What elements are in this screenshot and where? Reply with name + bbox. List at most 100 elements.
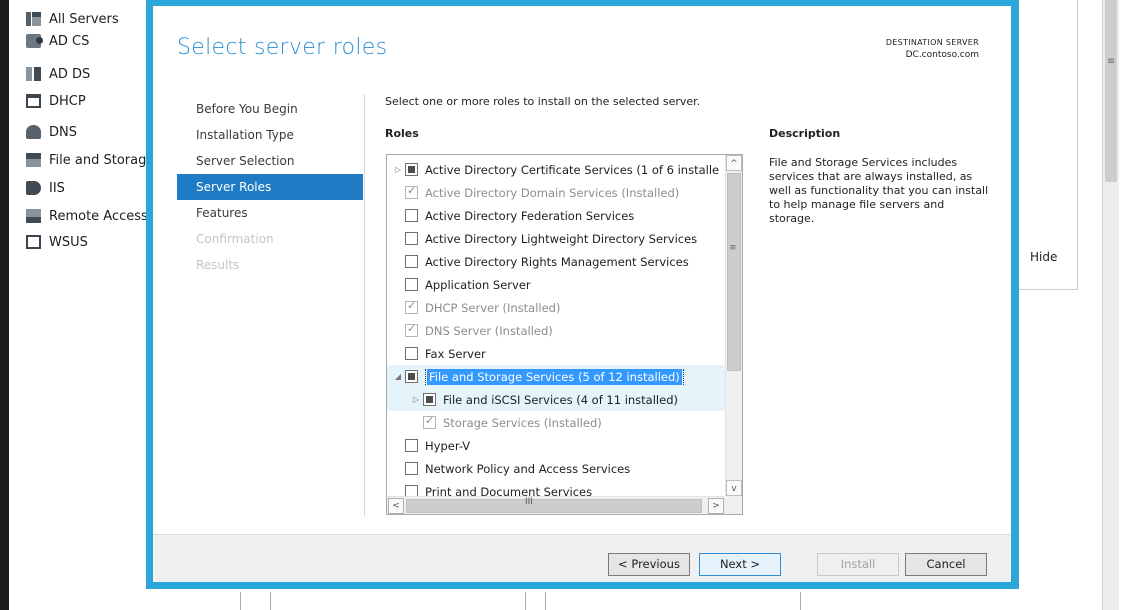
next-button[interactable]: Next > bbox=[699, 553, 781, 576]
role-label: DNS Server (Installed) bbox=[425, 323, 553, 338]
sidebar-item-dhcp[interactable]: DHCP bbox=[26, 90, 86, 112]
hide-link[interactable]: Hide bbox=[1030, 250, 1057, 264]
role-checkbox[interactable] bbox=[405, 347, 418, 360]
nav-server-selection[interactable]: Server Selection bbox=[177, 148, 363, 174]
sidebar-item-file-storage[interactable]: File and Storag bbox=[26, 149, 146, 171]
instruction-text: Select one or more roles to install on t… bbox=[385, 95, 701, 108]
role-label: Application Server bbox=[425, 277, 531, 292]
role-item[interactable]: Active Directory Federation Services bbox=[387, 204, 725, 227]
description-text: File and Storage Services includes servi… bbox=[769, 156, 989, 225]
role-checkbox bbox=[423, 414, 436, 429]
role-checkbox[interactable] bbox=[405, 163, 418, 176]
role-item[interactable]: DHCP Server (Installed) bbox=[387, 296, 725, 319]
roles-heading: Roles bbox=[385, 127, 419, 140]
sidebar-item-label: Remote Access bbox=[49, 208, 148, 224]
wizard-nav: Before You Begin Installation Type Serve… bbox=[177, 96, 363, 278]
role-label: Active Directory Certificate Services (1… bbox=[425, 162, 720, 177]
scroll-up-button[interactable]: ^ bbox=[726, 155, 742, 171]
role-item[interactable]: Active Directory Domain Services (Instal… bbox=[387, 181, 725, 204]
role-checkbox[interactable] bbox=[405, 232, 418, 245]
install-button: Install bbox=[817, 553, 899, 576]
role-item[interactable]: ▷ Active Directory Certificate Services (… bbox=[387, 158, 725, 181]
page-scrollbar[interactable]: ≡ bbox=[1102, 0, 1119, 610]
sidebar-item-ad-ds[interactable]: AD DS bbox=[26, 63, 90, 85]
sidebar-item-label: AD DS bbox=[49, 66, 91, 82]
previous-button[interactable]: < Previous bbox=[608, 553, 690, 576]
server-manager-sidebar: All Servers AD CS AD DS DHCP DNS File an… bbox=[9, 0, 150, 610]
role-checkbox[interactable] bbox=[405, 255, 418, 268]
role-checkbox[interactable] bbox=[405, 370, 418, 383]
dns-icon bbox=[26, 125, 41, 139]
role-label: File and iSCSI Services (4 of 11 install… bbox=[443, 392, 678, 407]
scroll-grip-icon: ≡ bbox=[729, 243, 737, 253]
nav-before-you-begin[interactable]: Before You Begin bbox=[177, 96, 363, 122]
sidebar-item-label: DHCP bbox=[49, 93, 86, 109]
role-item[interactable]: Hyper-V bbox=[387, 434, 725, 457]
roles-vscrollbar[interactable]: ^ ≡ v bbox=[725, 155, 742, 496]
role-checkbox[interactable] bbox=[423, 393, 436, 406]
role-label: Active Directory Lightweight Directory S… bbox=[425, 231, 698, 246]
nav-confirmation: Confirmation bbox=[196, 232, 274, 246]
wsus-icon bbox=[26, 235, 41, 249]
ad-cs-icon bbox=[26, 34, 43, 48]
sidebar-item-label: DNS bbox=[49, 124, 77, 140]
sidebar-item-wsus[interactable]: WSUS bbox=[26, 231, 88, 253]
roles-tree[interactable]: ▷ Active Directory Certificate Services (… bbox=[386, 154, 743, 515]
sidebar-item-label: IIS bbox=[49, 180, 65, 196]
column-divider bbox=[525, 592, 526, 610]
nav-features[interactable]: Features bbox=[177, 200, 363, 226]
scroll-down-button[interactable]: v bbox=[726, 480, 742, 496]
all-servers-icon bbox=[26, 12, 41, 26]
tasks-panel bbox=[1018, 0, 1078, 290]
destination-server-name: DC.contoso.com bbox=[905, 50, 979, 60]
column-divider bbox=[800, 592, 801, 610]
column-divider bbox=[240, 592, 241, 610]
roles-hscrollbar[interactable]: < III > bbox=[387, 496, 725, 514]
sidebar-item-iis[interactable]: IIS bbox=[26, 177, 65, 199]
role-item[interactable]: ◢ File and Storage Services (5 of 12 inst… bbox=[387, 365, 725, 388]
expand-arrow-icon[interactable]: ▷ bbox=[409, 395, 423, 404]
sidebar-item-ad-cs[interactable]: AD CS bbox=[26, 30, 89, 52]
destination-server: DESTINATION SERVER DC.contoso.com bbox=[886, 37, 979, 61]
role-checkbox[interactable] bbox=[405, 439, 418, 452]
expand-arrow-icon[interactable]: ▷ bbox=[391, 165, 405, 174]
sidebar-item-label: File and Storag bbox=[49, 152, 147, 168]
scroll-right-button[interactable]: > bbox=[708, 498, 724, 514]
role-item[interactable]: Fax Server bbox=[387, 342, 725, 365]
selected-role-focus: File and Storage Services (5 of 12 insta… bbox=[425, 368, 684, 385]
role-checkbox[interactable] bbox=[405, 278, 418, 291]
column-divider bbox=[545, 592, 546, 610]
sidebar-item-all-servers[interactable]: All Servers bbox=[26, 8, 119, 30]
page-scrollbar-thumb[interactable] bbox=[1105, 0, 1117, 182]
scroll-left-button[interactable]: < bbox=[388, 498, 404, 514]
role-checkbox bbox=[405, 322, 418, 337]
role-item[interactable]: DNS Server (Installed) bbox=[387, 319, 725, 342]
nav-server-roles[interactable]: Server Roles bbox=[177, 174, 363, 200]
role-label: Active Directory Rights Management Servi… bbox=[425, 254, 689, 269]
role-checkbox bbox=[405, 299, 418, 314]
role-checkbox[interactable] bbox=[405, 209, 418, 222]
scroll-grip-icon: ≡ bbox=[1107, 56, 1116, 67]
roles-hscroll-thumb[interactable] bbox=[406, 499, 702, 513]
roles-vscroll-thumb[interactable] bbox=[727, 173, 741, 371]
role-item[interactable]: Storage Services (Installed) bbox=[387, 411, 725, 434]
collapse-arrow-icon[interactable]: ◢ bbox=[391, 372, 405, 381]
sidebar-item-remote-access[interactable]: Remote Access bbox=[26, 205, 148, 227]
role-item[interactable]: Application Server bbox=[387, 273, 725, 296]
role-checkbox[interactable] bbox=[405, 462, 418, 475]
hscroll-grip-icon: III bbox=[525, 497, 533, 507]
nav-installation-type[interactable]: Installation Type bbox=[177, 122, 363, 148]
role-item[interactable]: Network Policy and Access Services bbox=[387, 457, 725, 480]
remote-access-icon bbox=[26, 209, 41, 223]
role-item[interactable]: ▷ File and iSCSI Services (4 of 11 instal… bbox=[387, 388, 725, 411]
role-label: Storage Services (Installed) bbox=[443, 415, 602, 430]
cancel-button[interactable]: Cancel bbox=[905, 553, 987, 576]
file-storage-icon bbox=[26, 153, 41, 167]
role-item[interactable]: Active Directory Rights Management Servi… bbox=[387, 250, 725, 273]
page-title: Select server roles bbox=[177, 35, 388, 60]
role-item[interactable]: Active Directory Lightweight Directory S… bbox=[387, 227, 725, 250]
description-heading: Description bbox=[769, 127, 841, 140]
nav-divider bbox=[364, 94, 365, 516]
role-label: Fax Server bbox=[425, 346, 486, 361]
sidebar-item-dns[interactable]: DNS bbox=[26, 121, 77, 143]
